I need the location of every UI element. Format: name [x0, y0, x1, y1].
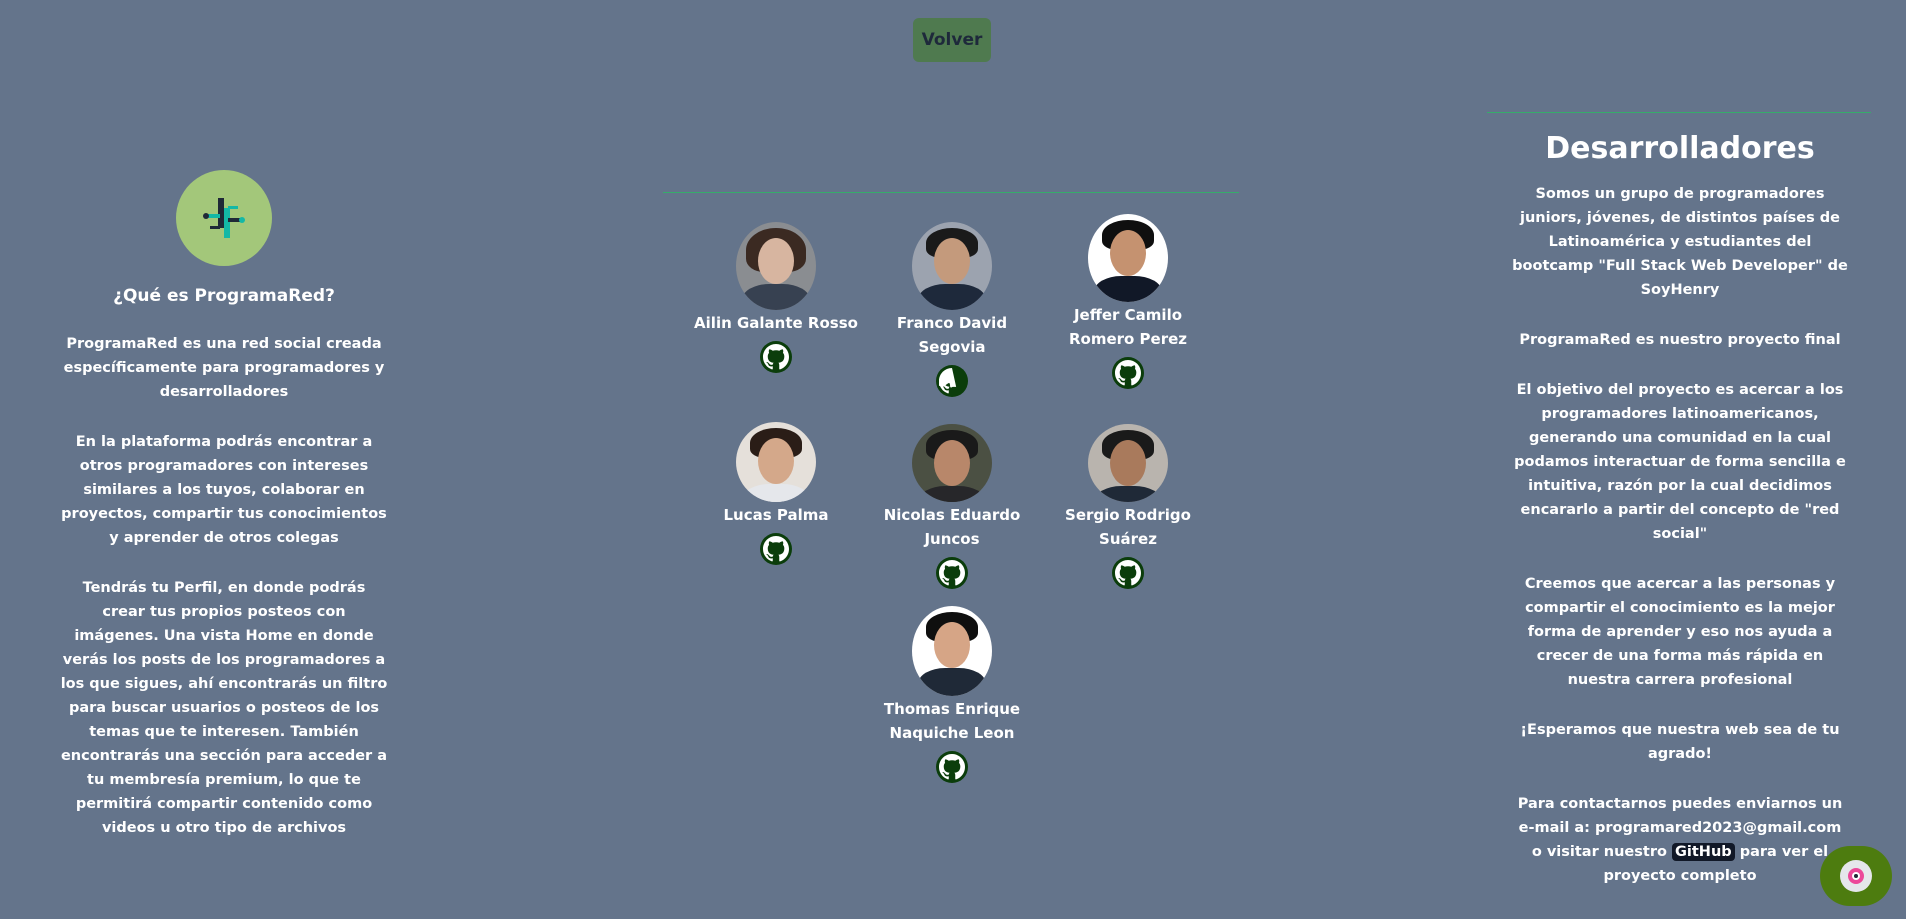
developer-card: Ailin Galante Rosso: [691, 222, 861, 373]
developer-name: Thomas Enrique Naquiche Leon: [883, 700, 1021, 742]
divider: [1487, 112, 1871, 113]
developer-card: Thomas Enrique Naquiche Leon: [867, 606, 1037, 783]
team-paragraph: Somos un grupo de programadores juniors,…: [1512, 186, 1848, 298]
developer-name: Lucas Palma: [723, 506, 829, 524]
avatar: [912, 606, 992, 696]
team-section: Desarrolladores Somos un grupo de progra…: [1512, 128, 1848, 888]
avatar: [912, 222, 992, 310]
developer-name: Franco David Segovia: [896, 314, 1008, 356]
github-icon[interactable]: [1112, 357, 1144, 389]
about-paragraph: Tendrás tu Perfil, en donde podrás crear…: [60, 580, 388, 836]
back-button[interactable]: Volver: [913, 18, 991, 62]
about-section: ¿Qué es ProgramaRed? ProgramaRed es una …: [60, 170, 388, 840]
avatar: [736, 422, 816, 502]
github-icon[interactable]: [760, 341, 792, 373]
divider: [663, 192, 1239, 193]
github-icon[interactable]: [760, 533, 792, 565]
developer-name: Jeffer Camilo Romero Perez: [1068, 306, 1188, 348]
github-icon[interactable]: [936, 365, 968, 397]
developer-name: Sergio Rodrigo Suárez: [1065, 506, 1191, 548]
developer-name: Nicolas Eduardo Juncos: [883, 506, 1021, 548]
team-paragraph: ¡Esperamos que nuestra web sea de tu agr…: [1520, 722, 1840, 762]
about-paragraph: ProgramaRed es una red social creada esp…: [63, 336, 385, 400]
developer-name: Ailin Galante Rosso: [694, 314, 858, 332]
developer-card: Jeffer Camilo Romero Perez: [1043, 214, 1213, 389]
about-title: ¿Qué es ProgramaRed?: [113, 286, 335, 306]
about-paragraph: En la plataforma podrás encontrar a otro…: [61, 434, 387, 546]
avatar: [1088, 214, 1168, 302]
developer-card: Franco David Segovia: [867, 222, 1037, 397]
avatar: [736, 222, 816, 310]
github-link[interactable]: GitHub: [1672, 843, 1735, 861]
chat-button[interactable]: [1820, 846, 1892, 906]
developer-card: Lucas Palma: [691, 422, 861, 565]
contact-paragraph: Para contactarnos puedes enviarnos un e-…: [1512, 792, 1848, 888]
team-title: Desarrolladores: [1545, 131, 1815, 166]
team-paragraph: El objetivo del proyecto es acercar a lo…: [1514, 382, 1846, 542]
developer-card: Nicolas Eduardo Juncos: [867, 424, 1037, 589]
avatar: [1088, 424, 1168, 502]
github-icon[interactable]: [936, 557, 968, 589]
github-icon[interactable]: [936, 751, 968, 783]
programared-logo: [176, 170, 272, 266]
github-icon[interactable]: [1112, 557, 1144, 589]
chat-bot-icon: [1840, 860, 1872, 892]
avatar: [912, 424, 992, 502]
team-paragraph: ProgramaRed es nuestro proyecto final: [1519, 332, 1841, 348]
developer-card: Sergio Rodrigo Suárez: [1043, 424, 1213, 589]
team-paragraph: Creemos que acercar a las personas y com…: [1524, 576, 1836, 688]
